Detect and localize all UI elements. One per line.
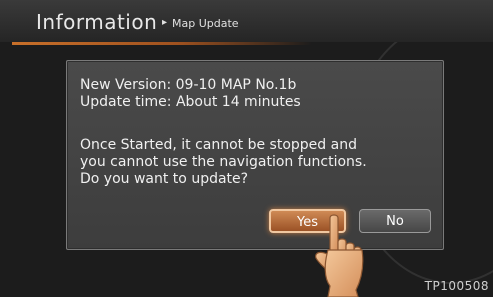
warning-text-line-1: Once Started, it cannot be stopped and — [80, 137, 357, 153]
hand-pointer-icon — [315, 214, 364, 297]
update-dialog: New Version: 09-10 MAP No.1b Update time… — [66, 60, 444, 250]
update-time-text: Update time: About 14 minutes — [80, 94, 301, 110]
header-underline — [12, 42, 312, 45]
new-version-text: New Version: 09-10 MAP No.1b — [80, 77, 297, 93]
confirm-question-text: Do you want to update? — [80, 171, 249, 187]
figure-id-label: TP100508 — [424, 279, 489, 293]
breadcrumb: Map Update — [172, 17, 239, 30]
breadcrumb-arrow-icon: ▸ — [162, 17, 168, 28]
header-bar: Information ▸ Map Update — [0, 0, 493, 42]
nav-screen: Information ▸ Map Update New Version: 09… — [0, 0, 493, 297]
page-title: Information — [36, 10, 158, 34]
warning-text-line-2: you cannot use the navigation functions. — [80, 154, 367, 170]
